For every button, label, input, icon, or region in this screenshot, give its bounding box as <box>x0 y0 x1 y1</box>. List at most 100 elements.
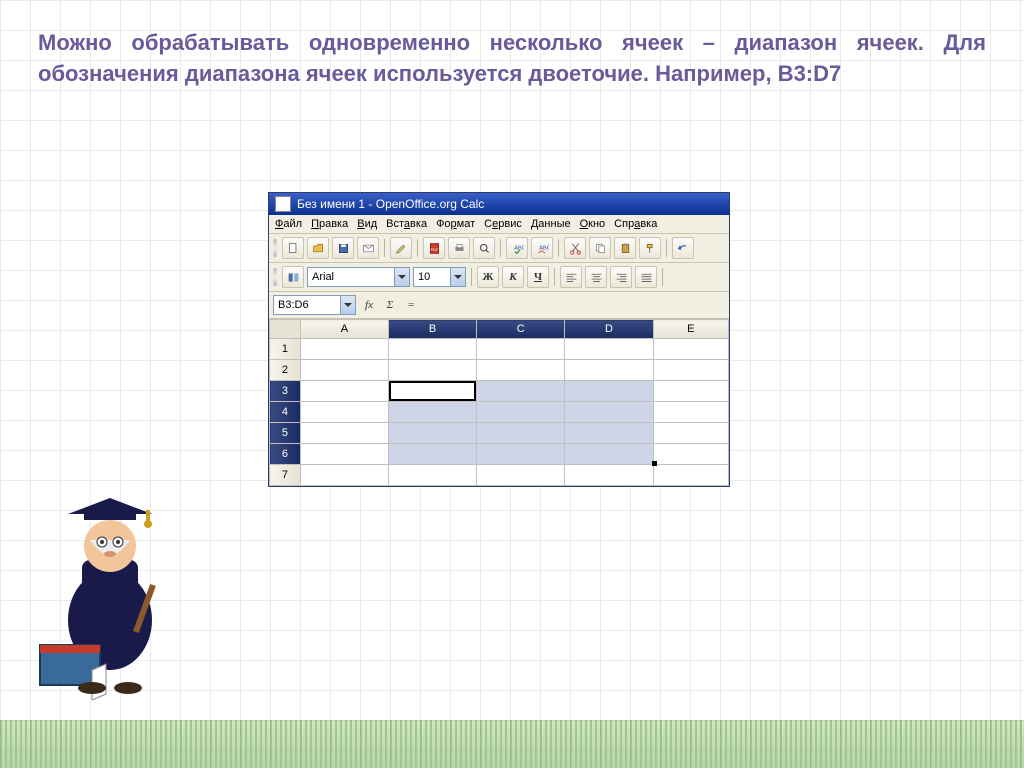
pdf-button[interactable]: PDF <box>423 237 445 259</box>
menu-file-rest: айл <box>283 218 302 230</box>
cell[interactable] <box>565 381 653 402</box>
cell[interactable] <box>477 423 565 444</box>
cell[interactable] <box>565 339 653 360</box>
save-button[interactable] <box>332 237 354 259</box>
cell[interactable] <box>389 360 477 381</box>
align-center-button[interactable] <box>585 266 607 288</box>
paste-button[interactable] <box>614 237 636 259</box>
row-header[interactable]: 3 <box>270 381 301 402</box>
col-header-A[interactable]: A <box>300 320 388 339</box>
italic-button[interactable]: К <box>502 266 524 288</box>
copy-button[interactable] <box>589 237 611 259</box>
cell[interactable] <box>300 444 388 465</box>
cell[interactable] <box>565 402 653 423</box>
menu-view[interactable]: Вид <box>357 218 377 230</box>
menu-help[interactable]: Справка <box>614 218 657 230</box>
equals-button[interactable]: = <box>403 297 419 313</box>
align-justify-button[interactable] <box>635 266 657 288</box>
col-header-C[interactable]: C <box>477 320 565 339</box>
col-header-D[interactable]: D <box>565 320 653 339</box>
menu-data[interactable]: Данные <box>531 218 571 230</box>
edit-button[interactable] <box>390 237 412 259</box>
dropdown-arrow-icon[interactable] <box>450 268 465 286</box>
cell[interactable] <box>389 465 477 486</box>
align-left-button[interactable] <box>560 266 582 288</box>
underline-button[interactable]: Ч <box>527 266 549 288</box>
cell[interactable] <box>300 360 388 381</box>
cell[interactable] <box>389 339 477 360</box>
cell[interactable] <box>477 360 565 381</box>
font-size-dropdown[interactable]: 10 <box>413 267 466 287</box>
cut-button[interactable] <box>564 237 586 259</box>
cell[interactable] <box>389 444 477 465</box>
menu-file[interactable]: Файл <box>275 218 302 230</box>
cell[interactable] <box>300 339 388 360</box>
toolbar-grip[interactable] <box>273 239 277 257</box>
name-box[interactable]: B3:D6 <box>273 295 356 315</box>
sum-button[interactable]: Σ <box>382 297 398 313</box>
cell[interactable] <box>300 381 388 402</box>
cell[interactable] <box>653 360 728 381</box>
fx-button[interactable]: fx <box>361 297 377 313</box>
cell[interactable] <box>565 465 653 486</box>
spellcheck-button[interactable]: ABC <box>506 237 528 259</box>
cell[interactable] <box>300 465 388 486</box>
dropdown-arrow-icon[interactable] <box>394 268 409 286</box>
row-header[interactable]: 6 <box>270 444 301 465</box>
row-header[interactable]: 1 <box>270 339 301 360</box>
email-button[interactable] <box>357 237 379 259</box>
menu-format[interactable]: Формат <box>436 218 475 230</box>
cell[interactable] <box>477 465 565 486</box>
cell[interactable] <box>477 339 565 360</box>
menu-tools[interactable]: Сервис <box>484 218 522 230</box>
cell[interactable] <box>565 423 653 444</box>
align-right-button[interactable] <box>610 266 632 288</box>
cell[interactable] <box>565 360 653 381</box>
cell[interactable] <box>653 423 728 444</box>
cell[interactable] <box>653 381 728 402</box>
cell[interactable] <box>477 381 565 402</box>
dropdown-arrow-icon[interactable] <box>340 296 355 314</box>
slide-text: Можно обрабатывать одновременно нескольк… <box>38 28 986 90</box>
cell-active[interactable] <box>389 381 477 402</box>
open-button[interactable] <box>307 237 329 259</box>
window-title: Без имени 1 - OpenOffice.org Calc <box>297 197 484 211</box>
preview-button[interactable] <box>473 237 495 259</box>
font-size: 10 <box>414 271 450 283</box>
cell[interactable] <box>300 402 388 423</box>
row-header[interactable]: 4 <box>270 402 301 423</box>
menu-window[interactable]: Окно <box>580 218 606 230</box>
document-icon <box>275 196 291 212</box>
selection-handle[interactable] <box>652 461 657 466</box>
cell[interactable] <box>653 402 728 423</box>
cell[interactable] <box>300 423 388 444</box>
menu-edit[interactable]: Правка <box>311 218 348 230</box>
menu-insert[interactable]: Вставка <box>386 218 427 230</box>
select-all-corner[interactable] <box>270 320 301 339</box>
cell[interactable] <box>477 402 565 423</box>
spreadsheet-grid[interactable]: A B C D E 1 2 3 4 5 6 7 <box>269 319 729 486</box>
cell[interactable] <box>653 444 728 465</box>
cell[interactable] <box>653 339 728 360</box>
styles-button[interactable] <box>282 266 304 288</box>
cell[interactable] <box>653 465 728 486</box>
print-button[interactable] <box>448 237 470 259</box>
col-header-B[interactable]: B <box>389 320 477 339</box>
autospell-button[interactable]: ABC <box>531 237 553 259</box>
cell[interactable] <box>565 444 653 465</box>
cell[interactable] <box>389 402 477 423</box>
toolbar-grip[interactable] <box>273 268 277 286</box>
undo-button[interactable] <box>672 237 694 259</box>
new-button[interactable] <box>282 237 304 259</box>
bold-button[interactable]: Ж <box>477 266 499 288</box>
row-header[interactable]: 5 <box>270 423 301 444</box>
format-paintbrush-button[interactable] <box>639 237 661 259</box>
menu-bar[interactable]: Файл Правка Вид Вставка Формат Сервис Да… <box>269 215 729 234</box>
cell[interactable] <box>477 444 565 465</box>
row-header[interactable]: 7 <box>270 465 301 486</box>
grass-decoration <box>0 720 1024 768</box>
font-dropdown[interactable]: Arial <box>307 267 410 287</box>
row-header[interactable]: 2 <box>270 360 301 381</box>
cell[interactable] <box>389 423 477 444</box>
col-header-E[interactable]: E <box>653 320 728 339</box>
